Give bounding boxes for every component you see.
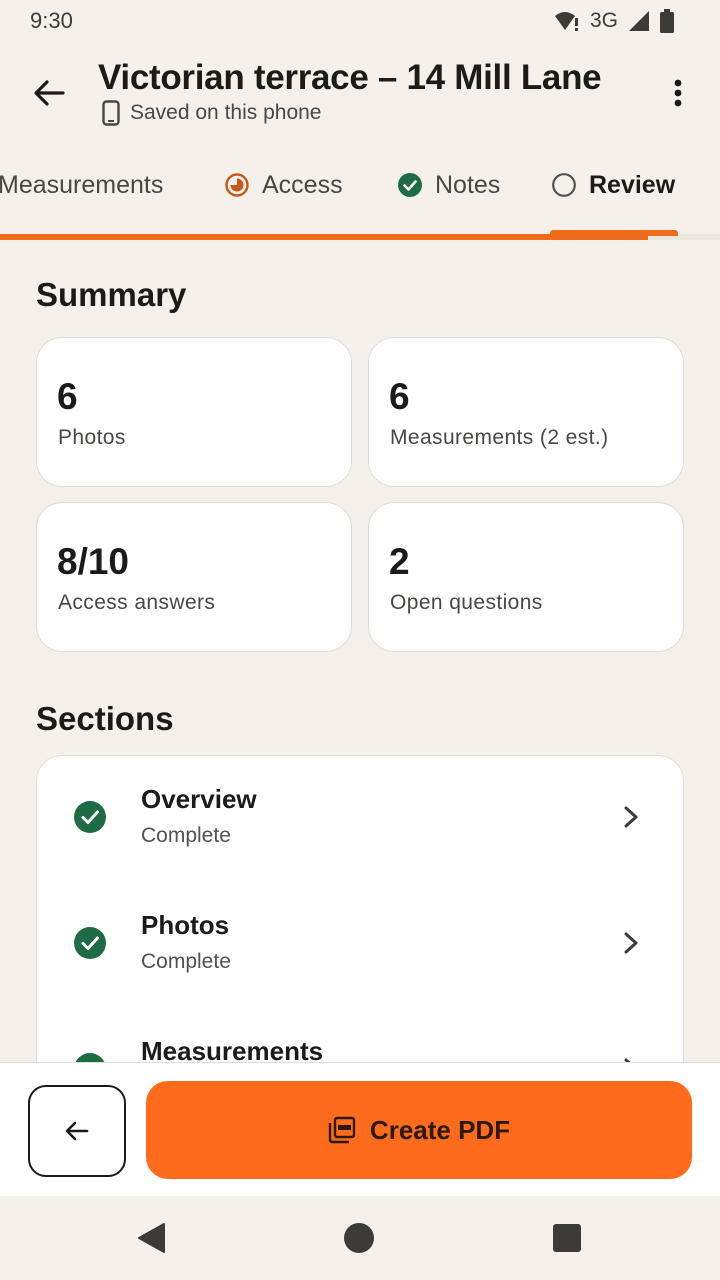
tab-review[interactable]: Review <box>551 168 675 202</box>
phone-icon <box>102 100 120 126</box>
battery-icon <box>660 9 674 33</box>
summary-card-label: Access answers <box>58 591 216 614</box>
half-circle-icon <box>225 173 249 197</box>
system-navigation-bar <box>0 1196 720 1280</box>
section-name: Overview <box>141 784 257 814</box>
page-title: Victorian terrace – 14 Mill Lane <box>98 58 602 97</box>
cellular-signal-icon <box>629 11 649 31</box>
network-type: 3G <box>589 9 618 32</box>
section-row-overview[interactable]: Overview Complete <box>37 756 685 882</box>
section-row-measurements[interactable]: Measurements <box>37 1008 685 1062</box>
empty-circle-icon <box>552 173 576 197</box>
summary-card-value: 6 <box>57 376 78 417</box>
check-circle-icon <box>398 173 422 197</box>
step-tabs: Measurements Access Notes Review <box>0 144 720 242</box>
save-status-text: Saved on this phone <box>130 101 322 124</box>
summary-card-value: 8/10 <box>57 541 130 582</box>
app-bar: Victorian terrace – 14 Mill Lane Saved o… <box>0 44 720 144</box>
active-tab-indicator <box>550 230 678 236</box>
status-bar: 9:30 3G <box>0 0 720 44</box>
back-arrow-icon <box>34 80 65 106</box>
tab-label: Review <box>589 170 676 199</box>
summary-card-photos: 6 Photos <box>36 337 352 487</box>
check-circle-icon <box>74 927 106 959</box>
summary-card-questions: 2 Open questions <box>368 502 684 652</box>
sections-list: Overview Complete Photos Complete Measur… <box>36 755 684 1062</box>
more-vert-icon <box>674 79 682 107</box>
pdf-icon <box>328 1116 356 1144</box>
bottom-action-bar: Create PDF <box>0 1062 720 1196</box>
previous-step-button[interactable] <box>28 1085 126 1177</box>
summary-card-label: Photos <box>58 426 126 449</box>
chevron-right-icon <box>624 806 638 828</box>
chevron-right-icon <box>624 932 638 954</box>
tab-access[interactable]: Access <box>224 168 343 202</box>
summary-card-value: 2 <box>389 541 410 582</box>
tab-measurements[interactable]: Measurements <box>0 168 163 202</box>
tab-notes[interactable]: Notes <box>397 168 500 202</box>
nav-home-icon[interactable] <box>343 1222 375 1254</box>
summary-card-measurements: 6 Measurements (2 est.) <box>368 337 684 487</box>
section-status: Complete <box>141 950 231 973</box>
nav-back-icon[interactable] <box>136 1222 168 1254</box>
more-options-button[interactable] <box>660 70 696 116</box>
summary-card-label: Measurements (2 est.) <box>390 426 609 449</box>
section-name: Photos <box>141 910 230 940</box>
tab-label: Measurements <box>0 170 164 199</box>
check-circle-icon <box>74 801 106 833</box>
back-button[interactable] <box>24 70 74 116</box>
status-icons: 3G <box>554 8 674 34</box>
summary-heading: Summary <box>36 276 187 313</box>
section-name: Measurements <box>141 1036 324 1062</box>
tab-label: Access <box>262 170 343 199</box>
status-time: 9:30 <box>30 8 73 33</box>
summary-card-access: 8/10 Access answers <box>36 502 352 652</box>
save-status: Saved on this phone <box>102 100 321 126</box>
arrow-left-icon <box>65 1121 89 1141</box>
section-status: Complete <box>141 824 231 847</box>
summary-card-value: 6 <box>389 376 410 417</box>
section-row-photos[interactable]: Photos Complete <box>37 882 685 1008</box>
summary-card-label: Open questions <box>390 591 543 614</box>
tab-label: Notes <box>435 170 501 199</box>
nav-recents-icon[interactable] <box>551 1222 583 1254</box>
review-content[interactable]: Summary 6 Photos 6 Measurements (2 est.)… <box>0 242 720 1062</box>
create-pdf-label: Create PDF <box>369 1114 511 1145</box>
wifi-alert-icon <box>554 12 578 31</box>
check-circle-icon <box>75 1053 105 1062</box>
create-pdf-button[interactable]: Create PDF <box>146 1081 692 1179</box>
sections-heading: Sections <box>36 700 174 737</box>
